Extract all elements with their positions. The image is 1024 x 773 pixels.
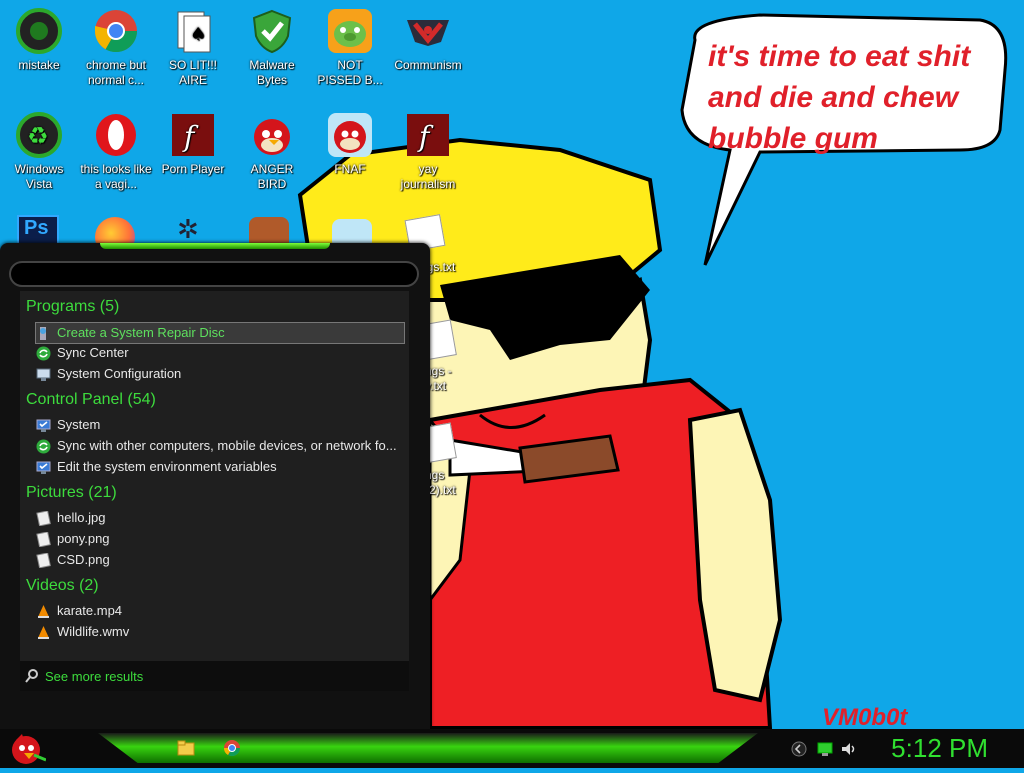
svg-text:♠: ♠	[190, 24, 206, 45]
desktop-icon-windows-vista[interactable]: ♻ Windows Vista	[3, 106, 75, 192]
computer-check-icon	[36, 418, 51, 433]
image-file-icon	[36, 509, 51, 526]
desktop-icons-partial-row: Ps ✲	[17, 214, 467, 257]
desktop-icon-porn-player[interactable]: f Porn Player	[157, 106, 229, 177]
svg-text:♻: ♻	[27, 122, 49, 150]
start-button[interactable]	[6, 730, 47, 768]
desktop-icon-fnaf[interactable]: FNAF	[314, 106, 386, 177]
desktop-icon-solitaire[interactable]: ♠ SO LIT!!! AIRE	[157, 2, 229, 88]
cards-icon: ♠	[170, 8, 216, 54]
desktop-icon-partial-things-copy[interactable]: ngs - y.txt	[425, 364, 485, 394]
opera-icon	[93, 112, 139, 158]
category-pictures[interactable]: Pictures (21)	[26, 484, 117, 502]
category-videos[interactable]: Videos (2)	[26, 577, 99, 595]
see-more-results-link[interactable]: See more results	[20, 661, 409, 691]
angry-bird-icon	[327, 112, 373, 158]
desktop-icon-label: yay journalism	[400, 162, 456, 191]
category-programs[interactable]: Programs (5)	[26, 298, 119, 316]
taskbar-clock[interactable]: 5:12 PM	[891, 733, 988, 764]
taskbar-explorer-button[interactable]	[176, 738, 196, 758]
green-circle-icon	[16, 8, 62, 54]
sync-icon	[36, 346, 51, 361]
emblem-icon	[405, 8, 451, 54]
desktop-icon-label: chrome but normal c...	[85, 58, 147, 87]
wallpaper-signature: VM0b0t	[822, 704, 908, 731]
desktop-icon-label: Windows Vista	[14, 162, 64, 191]
result-hello-jpg[interactable]: hello.jpg	[36, 508, 404, 528]
result-wildlife-wmv[interactable]: Wildlife.wmv	[36, 622, 404, 642]
start-menu: Programs (5) Create a System Repair Disc…	[0, 243, 430, 729]
result-pony-png[interactable]: pony.png	[36, 529, 404, 549]
desktop-icon-label: Porn Player	[161, 162, 225, 176]
desktop-icon-label: mistake	[18, 58, 60, 72]
vlc-icon	[36, 625, 51, 640]
tray-chevron-button[interactable]	[790, 740, 808, 758]
spider-icon: ✲	[177, 215, 199, 245]
network-icon	[816, 742, 834, 762]
desktop-icon-opera[interactable]: this looks like a vagi...	[80, 106, 152, 192]
result-system[interactable]: System	[36, 415, 404, 435]
chrome-icon	[222, 740, 242, 762]
desktop-icon-label: NOT PISSED B...	[317, 58, 383, 87]
desktop-icon-label: FNAF	[334, 162, 366, 176]
result-edit-environment-variables[interactable]: Edit the system environment variables	[36, 457, 404, 477]
desktop-icon-label: Malware Bytes	[249, 58, 295, 87]
category-control-panel[interactable]: Control Panel (54)	[26, 391, 156, 409]
desktop-icon-chrome[interactable]: chrome but normal c...	[80, 2, 152, 88]
photoshop-icon: Ps	[17, 215, 59, 245]
volume-icon	[840, 743, 858, 762]
desktop-icon-mistake[interactable]: mistake	[3, 2, 75, 73]
result-sync-center[interactable]: Sync Center	[36, 343, 404, 363]
chevron-left-icon	[790, 741, 808, 762]
chrome-icon	[93, 8, 139, 54]
desktop-icon-communism[interactable]: Communism	[392, 2, 464, 73]
computer-check-icon	[36, 460, 51, 475]
shield-icon	[249, 8, 295, 54]
angry-bird-icon	[249, 112, 295, 158]
vlc-icon	[36, 604, 51, 619]
flash-icon: f	[170, 112, 216, 158]
result-create-system-repair-disc[interactable]: Create a System Repair Disc	[35, 322, 405, 344]
taskbar-glow-strip	[98, 733, 758, 763]
desktop-icon-partial-things-2[interactable]: ngs (2).txt	[425, 468, 485, 498]
result-csd-png[interactable]: CSD.png	[36, 550, 404, 570]
result-karate-mp4[interactable]: karate.mp4	[36, 601, 404, 621]
desktop-icon-bad-piggies[interactable]: NOT PISSED B...	[314, 2, 386, 88]
recycle-icon: ♻	[16, 112, 62, 158]
folder-icon	[176, 740, 196, 762]
start-menu-glow	[100, 243, 330, 249]
desktop-icon-label: ANGER BIRD	[250, 162, 294, 191]
desktop-icon-label: Communism	[394, 58, 462, 72]
desktop-icon-label: SO LIT!!! AIRE	[168, 58, 217, 87]
repair-disc-icon	[36, 326, 51, 341]
desktop-icon-malwarebytes[interactable]: Malware Bytes	[236, 2, 308, 88]
result-system-configuration[interactable]: System Configuration	[36, 364, 404, 384]
magnifier-icon	[25, 669, 39, 683]
tray-network-button[interactable]	[816, 740, 834, 758]
angry-bird-start-icon	[6, 734, 47, 772]
image-file-icon	[36, 530, 51, 547]
desktop-icon-yay-journalism[interactable]: f yay journalism	[392, 106, 464, 192]
tray-volume-button[interactable]	[840, 740, 858, 758]
sync-icon	[36, 439, 51, 454]
desktop-icon-label: this looks like a vagi...	[80, 162, 152, 191]
start-search-input[interactable]	[9, 261, 419, 287]
result-sync-other-devices[interactable]: Sync with other computers, mobile device…	[36, 436, 404, 456]
taskbar-chrome-button[interactable]	[222, 738, 242, 758]
speech-bubble-text: it's time to eat shit and die and chew b…	[708, 40, 971, 155]
desktop-icon-anger-bird[interactable]: ANGER BIRD	[236, 106, 308, 192]
image-file-icon	[36, 551, 51, 568]
flash-icon: f	[405, 112, 451, 158]
bad-piggies-icon	[327, 8, 373, 54]
search-results: Programs (5) Create a System Repair Disc…	[20, 291, 409, 661]
system-config-icon	[36, 367, 51, 382]
